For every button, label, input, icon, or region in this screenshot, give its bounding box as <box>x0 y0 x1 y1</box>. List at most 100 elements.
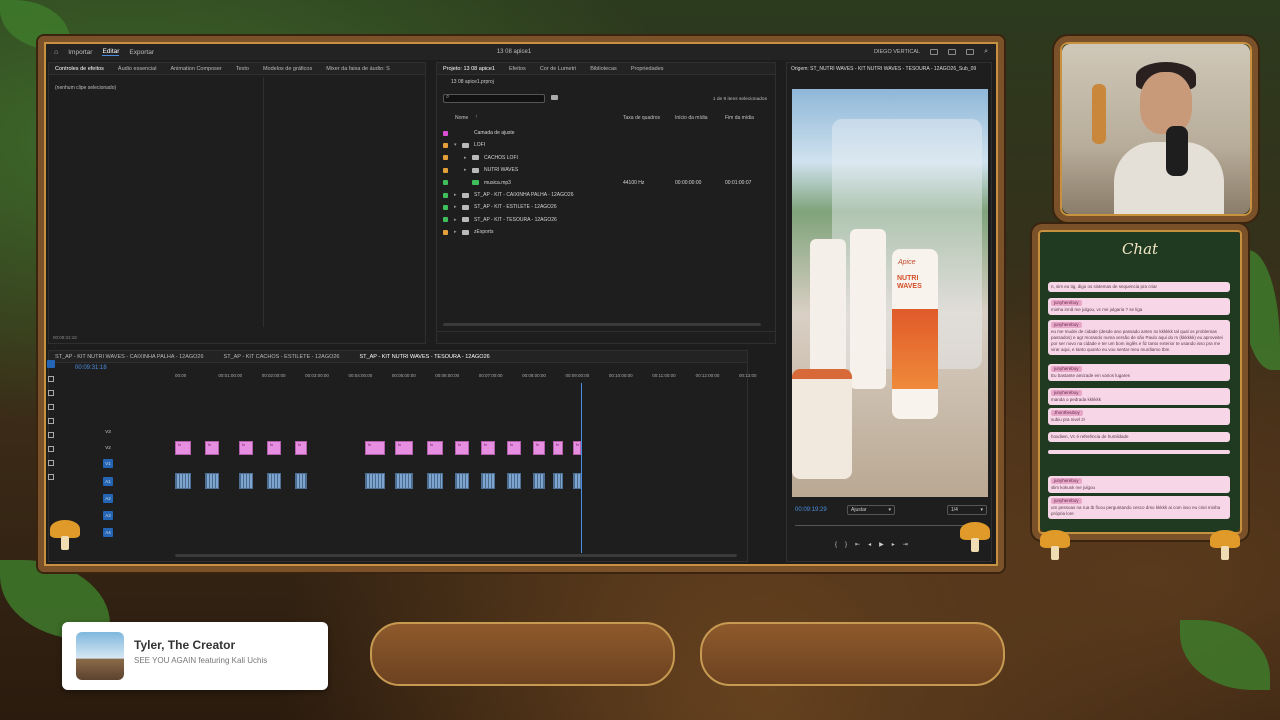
fullscreen-icon[interactable] <box>966 49 975 55</box>
audio-clip[interactable] <box>573 473 581 489</box>
chevron-right-icon[interactable]: ▸ <box>454 217 462 223</box>
col-name[interactable]: Nome <box>455 115 468 121</box>
rectangle-tool-icon[interactable] <box>48 446 54 452</box>
track-select-icon[interactable] <box>48 376 54 382</box>
col-media-end[interactable]: Fim da mídia <box>725 115 754 121</box>
tab-graphic-templates[interactable]: Modelos de gráficos <box>263 66 312 72</box>
go-to-in-icon[interactable]: ⇤ <box>855 542 868 548</box>
video-clip[interactable]: fx <box>533 441 545 455</box>
mark-in-icon[interactable]: { <box>835 542 845 548</box>
workspace-edit-tab[interactable]: Editar <box>102 48 120 56</box>
col-media-start[interactable]: Início da mídia <box>675 115 708 121</box>
track-label-a3[interactable]: A3 <box>103 511 113 520</box>
video-clip[interactable]: fx <box>481 441 495 455</box>
tab-properties[interactable]: Propriedades <box>631 66 664 72</box>
playhead[interactable] <box>581 383 582 553</box>
audio-clip[interactable] <box>507 473 521 489</box>
source-fit-select[interactable]: Ajustar ▾ <box>847 505 895 515</box>
audio-clip[interactable] <box>455 473 469 489</box>
window-icon[interactable] <box>930 49 939 55</box>
source-scrubber[interactable] <box>795 525 983 526</box>
project-item-row[interactable]: ▸ ST_AP - KIT - TESOURA - 12AGO26 <box>439 214 773 226</box>
project-item-row[interactable]: ▸ ST_AP - KIT - CAIXINHA PALHA - 12AGO26 <box>439 189 773 201</box>
tab-text[interactable]: Texto <box>236 66 249 72</box>
new-bin-icon[interactable] <box>551 95 558 100</box>
slip-tool-icon[interactable] <box>48 418 54 424</box>
video-clip[interactable]: fx <box>365 441 385 455</box>
tab-essential-audio[interactable]: Áudio essencial <box>118 66 157 72</box>
home-icon[interactable]: ⌂ <box>54 49 58 56</box>
tab-animation-composer[interactable]: Animation Composer <box>170 66 221 72</box>
pen-tool-icon[interactable] <box>48 432 54 438</box>
video-clip[interactable]: fx <box>455 441 469 455</box>
audio-clip[interactable] <box>205 473 219 489</box>
audio-clip[interactable] <box>295 473 307 489</box>
timeline-scrollbar[interactable] <box>175 554 737 557</box>
project-item-row[interactable]: ▸ zExports <box>439 226 773 238</box>
workspace-import-tab[interactable]: Importar <box>68 49 92 56</box>
share-icon[interactable] <box>948 49 957 55</box>
tab-audio-mixer[interactable]: Mixer da faixa de áudio: S <box>326 66 390 72</box>
track-label-v2[interactable]: V2 <box>103 443 113 452</box>
tab-lumetri[interactable]: Cor de Lumetri <box>540 66 576 72</box>
source-resolution-select[interactable]: 1/4 ▾ <box>947 505 987 515</box>
video-clip[interactable]: fx <box>507 441 521 455</box>
tab-effects[interactable]: Efeitos <box>509 66 526 72</box>
ripple-edit-icon[interactable] <box>48 390 54 396</box>
audio-clip[interactable] <box>533 473 545 489</box>
sequence-tab-estilete[interactable]: ST_AP - KIT CACHOS - ESTILETE - 12AGO26 <box>224 354 340 360</box>
sequence-tab-caixinha[interactable]: ST_AP - KIT NUTRI WAVES - CAIXINHA PALHA… <box>55 354 204 360</box>
video-clip[interactable]: fx <box>553 441 563 455</box>
chevron-right-icon[interactable]: ▸ <box>464 167 472 173</box>
selection-tool-icon[interactable] <box>47 360 55 368</box>
chevron-right-icon[interactable]: ▸ <box>454 204 462 210</box>
timeline-ruler[interactable]: 00:00 00:01:00:00 00:02:00:00 00:03:00:00 00… <box>175 373 757 383</box>
track-label-v1[interactable]: V1 <box>103 459 113 468</box>
tab-effect-controls[interactable]: Controles de efeitos <box>55 66 104 72</box>
video-clip[interactable]: fx <box>395 441 413 455</box>
tab-libraries[interactable]: Bibliotecas <box>590 66 617 72</box>
mark-out-icon[interactable]: } <box>845 542 855 548</box>
sequence-tab-tesoura[interactable]: ST_AP - KIT NUTRI WAVES - TESOURA - 12AG… <box>360 354 490 360</box>
video-clip[interactable]: fx <box>205 441 219 455</box>
audio-clip[interactable] <box>553 473 563 489</box>
chevron-right-icon[interactable]: ▸ <box>454 229 462 235</box>
project-scrollbar[interactable] <box>443 323 761 326</box>
text-tool-icon[interactable] <box>48 474 54 480</box>
track-label-v3[interactable]: V3 <box>103 427 113 436</box>
step-back-icon[interactable]: ◂ <box>868 542 879 548</box>
chevron-down-icon[interactable]: ▾ <box>454 142 462 148</box>
razor-icon[interactable] <box>48 404 54 410</box>
audio-clip[interactable] <box>395 473 413 489</box>
audio-clip[interactable] <box>239 473 253 489</box>
video-clip[interactable]: fx <box>427 441 443 455</box>
workspace-export-tab[interactable]: Exportar <box>129 49 154 56</box>
project-item-row[interactable]: Camada de ajuste <box>439 127 773 139</box>
tab-project[interactable]: Projeto: 13 08 apice1 <box>443 66 495 72</box>
col-frame-rate[interactable]: Taxa de quadros <box>623 115 660 121</box>
project-item-row[interactable]: ▸ ST_AP - KIT - ESTILETE - 12AGO26 <box>439 201 773 213</box>
track-label-a2[interactable]: A2 <box>103 494 113 503</box>
project-search-input[interactable] <box>443 94 545 103</box>
video-clip[interactable]: fx <box>267 441 281 455</box>
audio-clip[interactable] <box>175 473 191 489</box>
search-icon[interactable]: ⌕ <box>984 48 988 56</box>
track-label-a4[interactable]: A4 <box>103 528 113 537</box>
project-item-row[interactable]: musica.mp3 44100 Hz 00:00:00:00 00:01:00:07 <box>439 177 773 189</box>
track-label-a1[interactable]: A1 <box>103 477 113 486</box>
hand-tool-icon[interactable] <box>48 460 54 466</box>
video-clip[interactable]: fx <box>239 441 253 455</box>
go-to-out-icon[interactable]: ⇥ <box>903 542 916 548</box>
chevron-right-icon[interactable]: ▸ <box>454 192 462 198</box>
audio-clip[interactable] <box>427 473 443 489</box>
chevron-right-icon[interactable]: ▸ <box>464 155 472 161</box>
play-icon[interactable]: ▶ <box>879 542 892 548</box>
project-item-row[interactable]: ▸ NUTRI WAVES <box>439 164 773 176</box>
audio-clip[interactable] <box>481 473 495 489</box>
video-clip[interactable]: fx <box>295 441 307 455</box>
audio-clip[interactable] <box>365 473 385 489</box>
video-clip[interactable]: fx <box>573 441 581 455</box>
audio-clip[interactable] <box>267 473 281 489</box>
step-forward-icon[interactable]: ▸ <box>892 542 903 548</box>
project-item-row[interactable]: ▸ CACHOS LOFI <box>439 152 773 164</box>
